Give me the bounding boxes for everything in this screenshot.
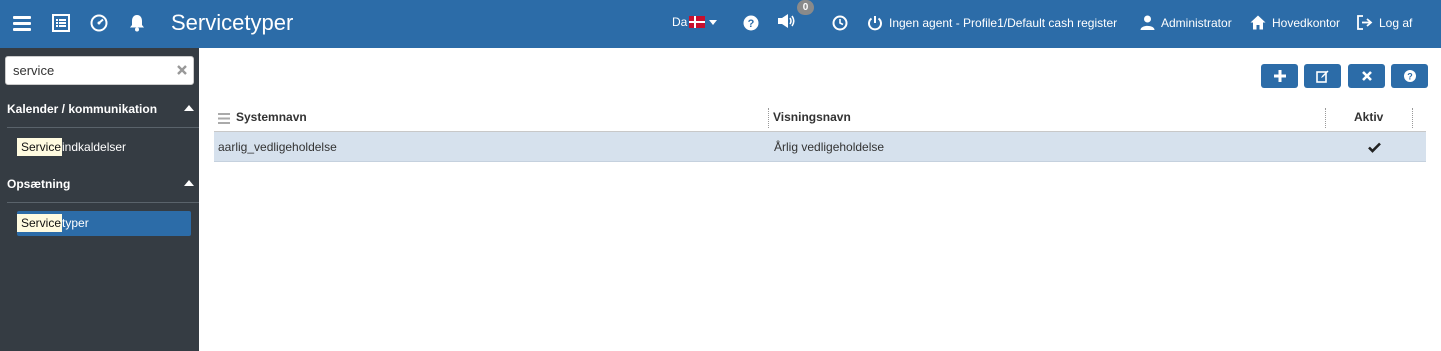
- delete-icon: [1361, 71, 1372, 81]
- office-label: Hovedkontor: [1272, 15, 1341, 30]
- menu-icon[interactable]: [12, 13, 32, 33]
- power-icon: [868, 16, 882, 31]
- user-menu[interactable]: Administrator: [1140, 15, 1232, 30]
- section-title: Kalender / kommunikation: [7, 102, 158, 116]
- sidebar-search: [5, 56, 194, 85]
- edit-button[interactable]: [1304, 64, 1341, 88]
- sidebar: Kalender / kommunikation Serviceindkalde…: [0, 48, 199, 351]
- clear-icon[interactable]: [175, 63, 189, 77]
- cell-visningsnavn: Årlig vedligeholdelse: [774, 140, 885, 154]
- search-highlight: Service: [17, 214, 63, 232]
- column-separator[interactable]: [768, 108, 769, 128]
- column-header-aktiv[interactable]: Aktiv: [1354, 105, 1383, 132]
- section-title: Opsætning: [7, 177, 71, 191]
- user-label: Administrator: [1161, 15, 1232, 30]
- agent-selector[interactable]: Ingen agent - Profile1/Default cash regi…: [867, 15, 1117, 31]
- edit-icon: [1316, 70, 1329, 83]
- svg-text:?: ?: [748, 18, 755, 30]
- logout-button[interactable]: Log af: [1357, 15, 1412, 30]
- chevron-up-icon: [184, 105, 194, 111]
- dashboard-icon[interactable]: [89, 13, 109, 33]
- main-content: ? Systemnavn Visningsnavn Aktiv aarlig_v…: [199, 48, 1441, 351]
- column-header-systemnavn[interactable]: Systemnavn: [236, 105, 307, 132]
- chevron-up-icon: [184, 180, 194, 186]
- cell-systemnavn: aarlig_vedligeholdelse: [218, 140, 337, 154]
- search-highlight: Service: [17, 138, 63, 156]
- logout-icon: [1357, 15, 1373, 30]
- grid-header: Systemnavn Visningsnavn Aktiv: [214, 105, 1426, 132]
- search-input[interactable]: [6, 57, 166, 84]
- danish-flag-icon: [689, 16, 706, 28]
- help-icon: ?: [1403, 70, 1416, 82]
- cell-aktiv: [1368, 132, 1381, 162]
- section-opsaetning[interactable]: Opsætning: [0, 172, 199, 196]
- chevron-down-icon: [709, 19, 718, 25]
- section-kalender[interactable]: Kalender / kommunikation: [0, 97, 199, 121]
- notification-badge: 0: [797, 0, 814, 15]
- column-header-visningsnavn[interactable]: Visningsnavn: [773, 105, 851, 132]
- add-button[interactable]: [1261, 64, 1298, 88]
- user-icon: [1140, 15, 1155, 30]
- list-icon[interactable]: [51, 13, 71, 33]
- home-icon: [1250, 15, 1266, 30]
- sidebar-item-label: indkaldelser: [62, 140, 127, 154]
- top-bar: Servicetyper Da ? 0 Ingen agent - Profil…: [0, 0, 1441, 48]
- column-separator[interactable]: [1412, 108, 1413, 128]
- column-separator[interactable]: [1325, 108, 1326, 128]
- data-grid: Systemnavn Visningsnavn Aktiv aarlig_ved…: [214, 105, 1426, 162]
- checkmark-icon: [1368, 142, 1381, 154]
- logout-label: Log af: [1379, 15, 1413, 30]
- column-menu-icon[interactable]: [218, 113, 230, 124]
- svg-text:?: ?: [1407, 72, 1413, 82]
- agent-label: Ingen agent - Profile1/Default cash regi…: [889, 16, 1118, 30]
- language-label: Da: [672, 15, 688, 29]
- table-row[interactable]: aarlig_vedligeholdelse Årlig vedligehold…: [214, 132, 1426, 162]
- bell-icon[interactable]: [127, 13, 147, 33]
- office-menu[interactable]: Hovedkontor: [1250, 15, 1340, 30]
- page-title: Servicetyper: [171, 10, 294, 35]
- speaker-icon[interactable]: [777, 11, 797, 31]
- divider: [7, 127, 199, 128]
- sidebar-item-servicetyper[interactable]: Servicetyper: [17, 211, 191, 236]
- delete-button[interactable]: [1348, 64, 1385, 88]
- sidebar-item-label: typer: [62, 216, 89, 230]
- help-icon[interactable]: ?: [741, 13, 761, 33]
- clock-icon[interactable]: [830, 13, 850, 33]
- language-selector[interactable]: Da: [672, 15, 723, 29]
- help-button[interactable]: ?: [1391, 64, 1428, 88]
- add-icon: [1273, 70, 1286, 82]
- divider: [7, 202, 199, 203]
- sidebar-item-serviceindkaldelser[interactable]: Serviceindkaldelser: [17, 135, 191, 160]
